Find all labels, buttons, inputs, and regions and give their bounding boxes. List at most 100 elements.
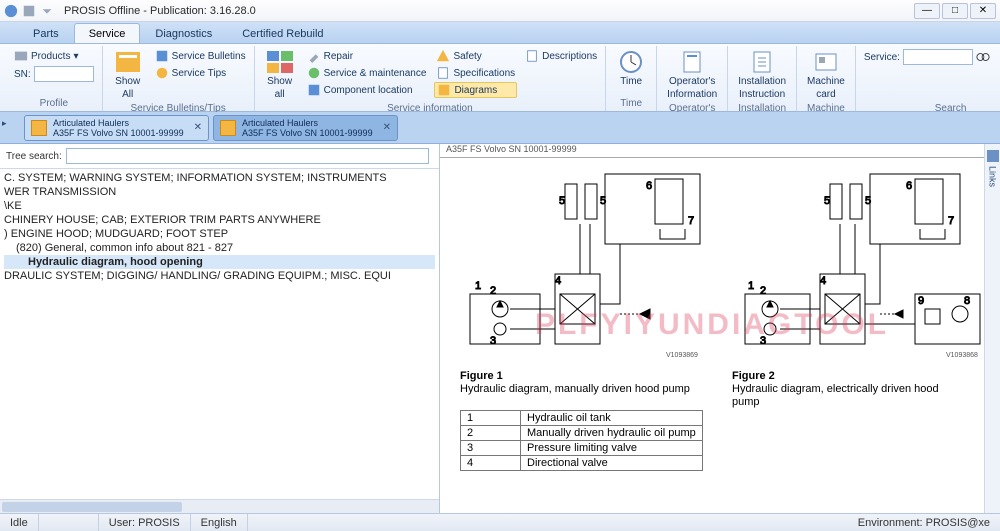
- tree-pane: Tree search: C. SYSTEM; WARNING SYSTEM; …: [0, 144, 440, 513]
- part-number: V1093869: [666, 352, 698, 359]
- content-area: Tree search: C. SYSTEM; WARNING SYSTEM; …: [0, 144, 1000, 513]
- svg-text:8: 8: [964, 295, 970, 307]
- svg-text:7: 7: [688, 215, 694, 227]
- tree-node[interactable]: (820) General, common info about 821 - 8…: [4, 241, 435, 255]
- table-row: 2Manually driven hydraulic oil pump: [461, 426, 703, 441]
- ribbon-group-label: Time: [612, 97, 650, 110]
- schematic-figure-2: 5 5 6 7 2 3 4 8 9 1: [740, 164, 984, 364]
- links-side-panel[interactable]: Links: [984, 144, 1000, 513]
- svg-text:5: 5: [824, 195, 830, 207]
- diagram-pane: A35F FS Volvo SN 10001-99999 5 5 6 7 2: [440, 144, 1000, 513]
- show-all-service-button[interactable]: Showall: [261, 48, 299, 102]
- ribbon-tab-certified-rebuild[interactable]: Certified Rebuild: [227, 23, 338, 43]
- ribbon-group-machine-card: Machinecard Machine card: [797, 46, 856, 111]
- schematic-figure-1: 5 5 6 7 2 3 4 1: [460, 164, 710, 364]
- ribbon-group-install: InstallationInstruction Installation Ins…: [728, 46, 797, 111]
- products-dropdown[interactable]: Products▾: [12, 48, 96, 64]
- table-row: 1Hydraulic oil tank: [461, 411, 703, 426]
- horizontal-scrollbar[interactable]: [0, 499, 439, 513]
- parts-legend-table: 1Hydraulic oil tank 2Manually driven hyd…: [460, 410, 703, 471]
- binoculars-icon[interactable]: [976, 50, 990, 64]
- service-maintenance-button[interactable]: Service & maintenance: [305, 65, 429, 81]
- qat-icon[interactable]: [22, 4, 36, 18]
- diagram-viewport[interactable]: 5 5 6 7 2 3 4 1: [440, 158, 984, 513]
- status-bar: Idle User: PROSIS English Environment: P…: [0, 513, 1000, 531]
- ribbon-tab-parts[interactable]: Parts: [18, 23, 74, 43]
- app-icon: [4, 4, 18, 18]
- svg-text:4: 4: [555, 275, 561, 287]
- ribbon-group-service-info: Showall Repair Service & maintenance Com…: [255, 46, 607, 111]
- window-title: PROSIS Offline - Publication: 3.16.28.0: [54, 5, 914, 17]
- status-language: English: [191, 514, 248, 531]
- tree-node[interactable]: ) ENGINE HOOD; MUDGUARD; FOOT STEP: [4, 227, 435, 241]
- ribbon-group-label: Profile: [12, 97, 96, 110]
- close-button[interactable]: ✕: [970, 3, 996, 19]
- tree-search-label: Tree search:: [6, 151, 62, 162]
- tree-node[interactable]: WER TRANSMISSION: [4, 185, 435, 199]
- sn-input[interactable]: [34, 66, 94, 82]
- diagram-header: A35F FS Volvo SN 10001-99999: [440, 144, 984, 158]
- svg-text:2: 2: [760, 285, 766, 297]
- maximize-button[interactable]: □: [942, 3, 968, 19]
- svg-text:9: 9: [918, 295, 924, 307]
- installation-instruction-button[interactable]: InstallationInstruction: [734, 48, 790, 102]
- tree-node[interactable]: DRAULIC SYSTEM; DIGGING/ HANDLING/ GRADI…: [4, 269, 435, 283]
- tab-close-icon[interactable]: ✕: [379, 122, 391, 133]
- ribbon-group-operators-info: Operator'sInformation Operator's Informa…: [657, 46, 728, 111]
- svg-text:1: 1: [748, 280, 754, 292]
- status-empty: [39, 514, 99, 531]
- figure-captions: Figure 1Hydraulic diagram, manually driv…: [460, 370, 964, 409]
- tree-node[interactable]: C. SYSTEM; WARNING SYSTEM; INFORMATION S…: [4, 171, 435, 185]
- ribbon-tab-strip: Parts Service Diagnostics Certified Rebu…: [0, 22, 1000, 44]
- left-collapse-icon[interactable]: ▸: [2, 118, 7, 129]
- show-all-bulletins-button[interactable]: ShowAll: [109, 48, 147, 102]
- machine-card-button[interactable]: Machinecard: [803, 48, 849, 102]
- links-label: Links: [988, 166, 998, 187]
- specifications-button[interactable]: Specifications: [434, 65, 517, 81]
- svg-text:2: 2: [490, 285, 496, 297]
- qat-dropdown-icon[interactable]: [40, 4, 54, 18]
- tab-close-icon[interactable]: ✕: [190, 122, 202, 133]
- ribbon-group-bulletins: ShowAll Service Bulletins Service Tips S…: [103, 46, 255, 111]
- ribbon-group-profile: Products▾ SN: Profile: [6, 46, 103, 111]
- document-tab[interactable]: Articulated HaulersA35F FS Volvo SN 1000…: [24, 115, 209, 141]
- sn-field-row: SN:: [12, 65, 96, 83]
- svg-text:1: 1: [475, 280, 481, 292]
- svg-text:5: 5: [559, 195, 565, 207]
- time-button[interactable]: Time: [612, 48, 650, 89]
- tree-node[interactable]: \KE: [4, 199, 435, 213]
- safety-button[interactable]: Safety: [434, 48, 517, 64]
- table-row: 4Directional valve: [461, 456, 703, 471]
- ribbon-tab-diagnostics[interactable]: Diagnostics: [140, 23, 227, 43]
- service-bulletins-button[interactable]: Service Bulletins: [153, 48, 248, 64]
- status-idle: Idle: [0, 514, 39, 531]
- status-user: User: PROSIS: [99, 514, 191, 531]
- status-environment: Environment: PROSIS@xe: [848, 514, 1000, 531]
- svg-text:7: 7: [948, 215, 954, 227]
- title-bar: PROSIS Offline - Publication: 3.16.28.0 …: [0, 0, 1000, 22]
- service-search-input[interactable]: [903, 49, 973, 65]
- tree-search-bar: Tree search:: [0, 144, 439, 169]
- ribbon-tab-service[interactable]: Service: [74, 23, 141, 43]
- navigation-tree[interactable]: C. SYSTEM; WARNING SYSTEM; INFORMATION S…: [0, 169, 439, 499]
- diagrams-button[interactable]: Diagrams: [434, 82, 517, 98]
- svg-text:5: 5: [600, 195, 606, 207]
- minimize-button[interactable]: —: [914, 3, 940, 19]
- descriptions-button[interactable]: Descriptions: [523, 48, 599, 64]
- document-tab[interactable]: Articulated HaulersA35F FS Volvo SN 1000…: [213, 115, 398, 141]
- operators-info-button[interactable]: Operator'sInformation: [663, 48, 721, 102]
- hauler-icon: [220, 120, 236, 136]
- svg-text:6: 6: [646, 180, 652, 192]
- hauler-icon: [31, 120, 47, 136]
- component-location-button[interactable]: Component location: [305, 82, 429, 98]
- svg-text:4: 4: [820, 275, 826, 287]
- service-tips-button[interactable]: Service Tips: [153, 65, 248, 81]
- figure-title: Figure 1: [460, 370, 692, 383]
- table-row: 3Pressure limiting valve: [461, 441, 703, 456]
- svg-text:6: 6: [906, 180, 912, 192]
- tree-node-selected[interactable]: Hydraulic diagram, hood opening: [4, 255, 435, 269]
- repair-button[interactable]: Repair: [305, 48, 429, 64]
- figure-title: Figure 2: [732, 370, 964, 383]
- tree-search-input[interactable]: [66, 148, 429, 164]
- tree-node[interactable]: CHINERY HOUSE; CAB; EXTERIOR TRIM PARTS …: [4, 213, 435, 227]
